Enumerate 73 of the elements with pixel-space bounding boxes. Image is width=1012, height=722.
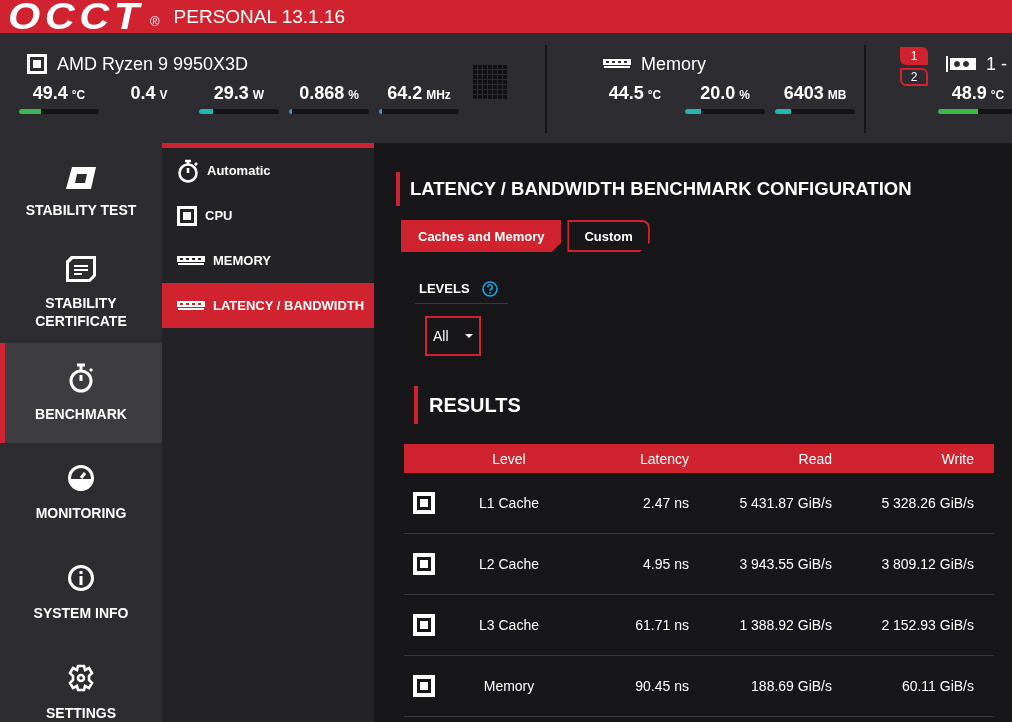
info-icon — [67, 564, 95, 592]
nav-item[interactable]: BENCHMARK — [0, 343, 162, 443]
sensor-reading: 0.4 V — [130, 83, 168, 105]
table-cell-text: 90.45 ns — [634, 678, 690, 694]
levels-label: LEVELS — [419, 281, 470, 296]
chip-icon — [177, 205, 197, 226]
slanted-logo-icon — [66, 167, 96, 189]
app-logo: OCCT — [8, 0, 144, 33]
sensor-reading: 0.868 % — [299, 83, 359, 105]
table-cell-text: 3 943.55 GiB/s — [738, 556, 833, 572]
table-cell-text: 188.69 GiB/s — [750, 678, 833, 694]
memory-icon — [177, 255, 205, 266]
table-cell-text: 5 431.87 GiB/s — [738, 495, 833, 511]
nav-item[interactable]: STABILITY TEST — [0, 143, 162, 243]
device-name: AMD Ryzen 9 9950X3D — [57, 53, 249, 75]
tab[interactable]: Caches and Memory — [401, 220, 562, 252]
table-cell-text: Memory — [482, 678, 536, 694]
table-cell-text: 4.95 ns — [642, 556, 690, 572]
nav-item[interactable]: SETTINGS — [0, 643, 162, 722]
table-cell-text: L2 Cache — [478, 556, 540, 572]
sensor-reading: 48.9 °C — [951, 83, 1005, 105]
gauge-icon — [67, 464, 95, 492]
table-cell-text: 1 388.92 GiB/s — [738, 617, 833, 633]
core-grid-icon — [473, 65, 507, 99]
column-header: Write — [940, 450, 975, 467]
table-cell-text: L3 Cache — [478, 617, 540, 633]
checkbox[interactable] — [413, 553, 435, 575]
memory-icon — [177, 300, 205, 311]
table-cell-text: 60.11 GiB/s — [900, 678, 975, 694]
device-name: Memory — [641, 53, 706, 75]
subnav-item[interactable]: Automatic — [162, 148, 374, 193]
stopwatch-icon — [177, 158, 199, 183]
help-icon — [481, 280, 498, 297]
table-cell-text: 61.71 ns — [634, 617, 690, 633]
table-cell-text: 3 809.12 GiB/s — [880, 556, 975, 572]
gpu-badge[interactable]: 1 — [900, 47, 928, 65]
certificate-icon — [66, 256, 96, 282]
sensor-reading: 29.3 W — [213, 83, 265, 105]
caret-icon — [464, 334, 473, 338]
settings-icon — [67, 664, 95, 692]
table-cell-text: 2.47 ns — [642, 495, 690, 511]
nav-item[interactable]: MONITORING — [0, 443, 162, 543]
gpu-badge[interactable]: 2 — [900, 68, 928, 86]
section-title: LATENCY / BANDWIDTH BENCHMARK CONFIGURATION — [396, 172, 994, 206]
edition-label: PERSONAL 13.1.16 — [173, 5, 346, 28]
stopwatch-icon — [68, 363, 94, 393]
column-header: Level — [491, 450, 527, 467]
tab[interactable]: Custom — [567, 220, 650, 252]
checkbox[interactable] — [413, 675, 435, 697]
levels-dropdown[interactable]: All — [425, 316, 481, 356]
table-cell-text: 5 328.26 GiB/s — [880, 495, 975, 511]
checkbox[interactable] — [413, 614, 435, 636]
sensor-reading: 20.0 % — [700, 83, 750, 105]
graphics-card-icon — [946, 56, 976, 72]
nav-item[interactable]: STABILITY CERTIFICATE — [0, 243, 162, 343]
nav-item[interactable]: SYSTEM INFO — [0, 543, 162, 643]
checkbox[interactable] — [413, 492, 435, 514]
sensor-reading: 44.5 °C — [608, 83, 662, 105]
subnav-item[interactable]: CPU — [162, 193, 374, 238]
sensor-reading: 64.2 MHz — [387, 83, 451, 105]
sensor-reading: 6403 MB — [783, 83, 847, 105]
chip-icon — [27, 54, 47, 74]
table-cell-text: 2 152.93 GiB/s — [880, 617, 975, 633]
subnav-item[interactable]: MEMORY — [162, 238, 374, 283]
memory-icon — [603, 59, 631, 69]
section-title: RESULTS — [414, 386, 994, 424]
sensor-reading: 49.4 °C — [32, 83, 86, 105]
registered-mark: ® — [150, 14, 160, 29]
column-header: Read — [797, 450, 833, 467]
device-name: 1 - — [986, 53, 1007, 75]
table-cell-text: L1 Cache — [478, 495, 540, 511]
subnav-item[interactable]: LATENCY / BANDWIDTH — [162, 283, 374, 328]
column-header: Latency — [638, 450, 690, 467]
